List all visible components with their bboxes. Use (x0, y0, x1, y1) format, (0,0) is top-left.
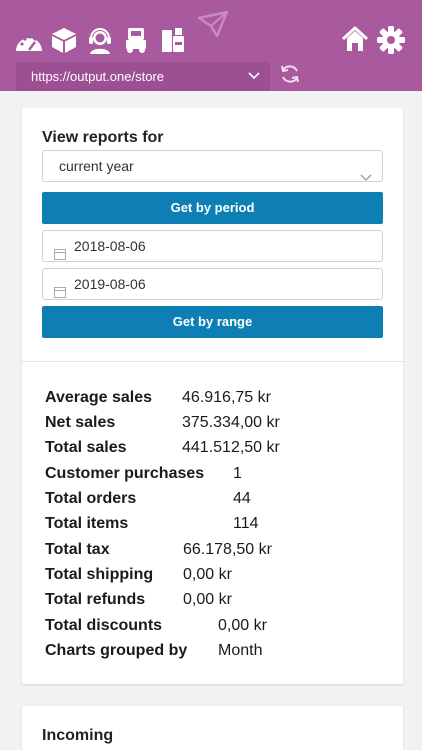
stat-value: Month (218, 642, 263, 659)
divider (22, 361, 403, 362)
chevron-down-icon (360, 162, 372, 192)
stat-label: Total sales (45, 439, 127, 456)
stat-value: 114 (233, 515, 259, 532)
url-selector[interactable]: https://output.one/store (16, 62, 270, 91)
stat-value: 375.334,00 kr (182, 414, 280, 431)
stat-label: Average sales (45, 389, 153, 406)
date-to-field[interactable]: 2019-08-06 (42, 268, 383, 300)
stat-label: Customer purchases (45, 465, 205, 482)
stat-value: 441.512,50 kr (182, 439, 280, 456)
stat-label: Total items (45, 515, 129, 532)
stat-value: 0,00 kr (218, 617, 267, 634)
chevron-down-icon (248, 62, 260, 101)
stat-value: 46.916,75 kr (182, 389, 271, 406)
period-select-value: current year (59, 158, 134, 174)
date-from-field[interactable]: 2018-08-06 (42, 230, 383, 262)
dashboard-gauge-icon[interactable] (14, 29, 44, 53)
url-text: https://output.one/store (31, 69, 164, 84)
stat-label: Total discounts (45, 617, 163, 634)
paper-plane-icon[interactable] (197, 10, 229, 38)
reports-title: View reports for (42, 129, 164, 146)
stat-label: Total tax (45, 541, 110, 558)
stat-label: Charts grouped by (45, 642, 188, 659)
printer-icon[interactable] (160, 26, 186, 54)
reports-card: View reports for current year Get by per… (22, 108, 403, 684)
incoming-title: Incoming (42, 727, 114, 744)
stat-value: 0,00 kr (183, 566, 232, 583)
stat-value: 1 (233, 465, 242, 482)
package-box-icon[interactable] (50, 26, 78, 54)
support-agent-icon[interactable] (86, 26, 114, 54)
calendar-icon (54, 240, 66, 270)
incoming-card: Incoming (22, 706, 403, 750)
stat-value: 66.178,50 kr (183, 541, 272, 558)
get-by-period-button[interactable]: Get by period (42, 192, 383, 224)
truck-icon[interactable] (124, 26, 148, 54)
gear-icon[interactable] (377, 26, 405, 54)
stat-label: Total orders (45, 490, 137, 507)
stat-value: 0,00 kr (183, 591, 232, 608)
home-icon[interactable] (341, 26, 369, 52)
get-by-range-button[interactable]: Get by range (42, 306, 383, 338)
stat-label: Total shipping (45, 566, 154, 583)
calendar-icon (54, 278, 66, 308)
stat-label: Total refunds (45, 591, 146, 608)
stat-value: 44 (233, 490, 251, 507)
date-to-value: 2019-08-06 (74, 276, 146, 292)
date-from-value: 2018-08-06 (74, 238, 146, 254)
top-bar: https://output.one/store (0, 0, 422, 91)
refresh-icon[interactable] (279, 63, 301, 85)
stat-label: Net sales (45, 414, 116, 431)
period-select[interactable]: current year (42, 150, 383, 182)
